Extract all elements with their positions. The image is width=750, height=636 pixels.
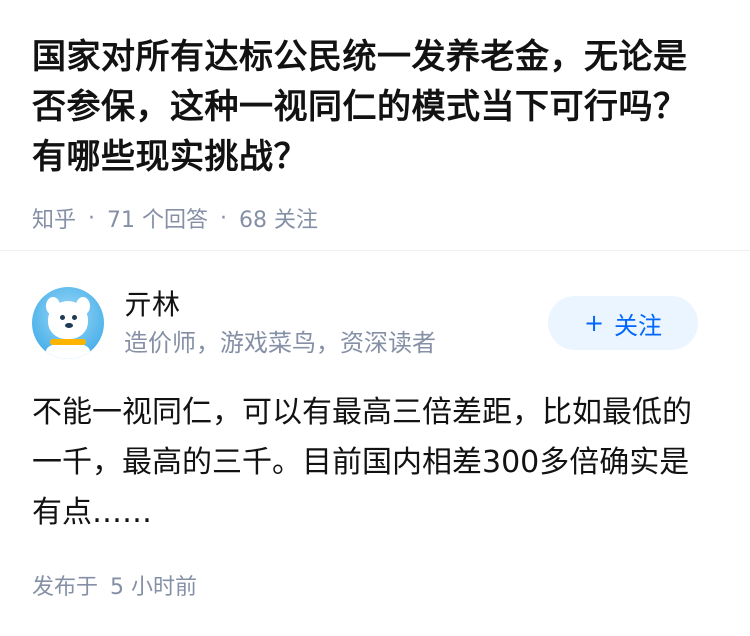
question-title[interactable]: 国家对所有达标公民统一发养老金，无论是否参保，这种一视同仁的模式当下可行吗？有哪… (32, 32, 718, 182)
avatar-eye-icon (60, 315, 65, 320)
avatar-eye-icon (72, 315, 77, 320)
answer-excerpt[interactable]: 不能一视同仁，可以有最高三倍差距，比如最低的一千，最高的三千。目前国内相差300… (32, 388, 718, 538)
plus-icon: + (583, 309, 605, 337)
source-label[interactable]: 知乎 (32, 202, 76, 234)
author-name[interactable]: 亓林 (124, 287, 180, 323)
author-bio: 造价师，游戏菜鸟，资深读者 (124, 329, 436, 357)
author-row: 亓林 造价师，游戏菜鸟，资深读者 + 关注 (0, 251, 750, 361)
follow-button-label: 关注 (614, 311, 663, 340)
polar-bear-face-icon (48, 301, 88, 339)
published-prefix: 发布于 (32, 575, 99, 600)
answer-timestamp: 发布于 5 小时前 (32, 569, 197, 601)
meta-separator: · (220, 205, 228, 231)
question-meta: 知乎 · 71 个回答 · 68 关注 (32, 202, 718, 234)
answer-card: 亓林 造价师，游戏菜鸟，资深读者 + 关注 不能一视同仁，可以有最高三倍差距，比… (0, 251, 750, 600)
follower-count[interactable]: 68 关注 (239, 202, 318, 234)
published-time: 5 小时前 (110, 575, 198, 600)
avatar-collar-icon (50, 339, 86, 345)
question-header: 国家对所有达标公民统一发养老金，无论是否参保，这种一视同仁的模式当下可行吗？有哪… (0, 0, 750, 234)
avatar-body-icon (46, 343, 90, 359)
avatar-nose-icon (65, 323, 73, 328)
follow-button[interactable]: + 关注 (548, 296, 698, 350)
meta-separator: · (88, 205, 96, 231)
avatar[interactable] (32, 287, 104, 359)
answer-count[interactable]: 71 个回答 (107, 202, 208, 234)
